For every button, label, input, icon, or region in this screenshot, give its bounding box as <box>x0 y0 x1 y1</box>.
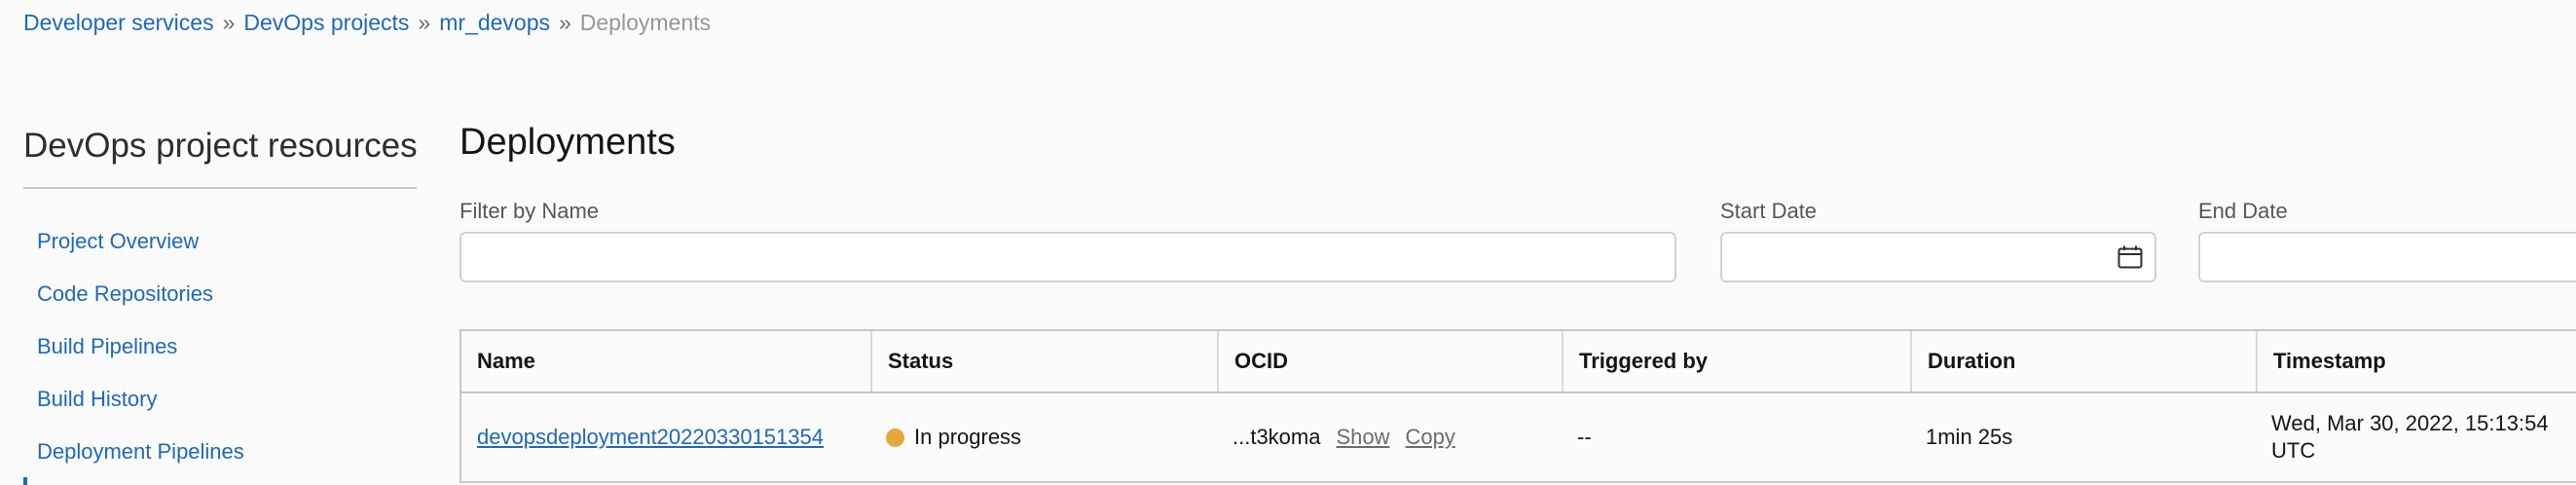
cell-ocid: ...t3koma Show Copy <box>1217 393 1562 481</box>
column-header-status[interactable]: Status <box>870 331 1217 392</box>
table-header: Name Status OCID Triggered by Duration T… <box>460 331 2576 393</box>
breadcrumb-devops-projects[interactable]: DevOps projects <box>243 10 409 35</box>
page: Developer services » DevOps projects » mr_de… <box>0 0 2576 485</box>
breadcrumb: Developer services » DevOps projects » mr_de… <box>23 10 711 35</box>
sidebar-item-build-history[interactable]: Build History <box>23 373 417 426</box>
filter-start-date: Start Date <box>1720 199 2156 282</box>
deployment-name-link[interactable]: devopsdeployment20220330151354 <box>477 425 824 450</box>
start-date-label: Start Date <box>1720 199 1818 223</box>
sidebar-nav: Project Overview Code Repositories Build… <box>23 215 417 478</box>
breadcrumb-project[interactable]: mr_devops <box>439 10 550 35</box>
ocid-copy-link[interactable]: Copy <box>1406 425 1455 450</box>
breadcrumb-current: Deployments <box>579 10 712 35</box>
filter-name-input[interactable] <box>460 232 1676 282</box>
column-header-triggered-by[interactable]: Triggered by <box>1562 331 1910 392</box>
sidebar: DevOps project resources Project Overvie… <box>23 125 418 478</box>
sidebar-item-code-repositories[interactable]: Code Repositories <box>23 268 417 320</box>
breadcrumb-separator: » <box>558 10 571 35</box>
deployments-table: Name Status OCID Triggered by Duration T… <box>460 329 2576 483</box>
cell-triggered-by: -- <box>1577 425 1592 449</box>
end-date-input[interactable] <box>2198 232 2576 282</box>
cell-name: devopsdeployment20220330151354 <box>460 393 870 481</box>
cell-timestamp: Wed, Mar 30, 2022, 15:13:54 UTC <box>2256 393 2576 481</box>
table-row: devopsdeployment20220330151354 In progre… <box>460 393 2576 483</box>
breadcrumb-developer-services[interactable]: Developer services <box>23 10 214 35</box>
timestamp-text: Wed, Mar 30, 2022, 15:13:54 UTC <box>2271 411 2549 463</box>
calendar-icon[interactable] <box>2117 245 2143 269</box>
page-title: Deployments <box>460 122 676 163</box>
status-text: In progress <box>914 425 1022 449</box>
status-in-progress-icon <box>886 428 904 447</box>
column-header-timestamp[interactable]: Timestamp <box>2256 331 2576 392</box>
filter-end-date: End Date <box>2198 199 2576 282</box>
filters: Filter by Name Start Date End Date <box>460 199 2576 296</box>
main-content: Deployments Filter by Name Start Date En… <box>460 115 2576 483</box>
sidebar-active-marker <box>23 477 27 485</box>
cell-duration: 1min 25s <box>1926 425 2013 449</box>
filter-name: Filter by Name <box>460 199 1676 282</box>
column-header-duration[interactable]: Duration <box>1910 331 2256 392</box>
breadcrumb-separator: » <box>222 10 236 35</box>
column-header-ocid[interactable]: OCID <box>1217 331 1562 392</box>
ocid-show-link[interactable]: Show <box>1336 425 1389 450</box>
ocid-value: ...t3koma <box>1233 425 1321 449</box>
sidebar-item-deployment-pipelines[interactable]: Deployment Pipelines <box>23 426 417 478</box>
breadcrumb-separator: » <box>418 10 431 35</box>
sidebar-item-project-overview[interactable]: Project Overview <box>23 215 417 268</box>
end-date-label: End Date <box>2198 199 2288 223</box>
sidebar-title: DevOps project resources <box>23 125 418 189</box>
cell-status: In progress <box>870 393 1217 481</box>
start-date-input[interactable] <box>1720 232 2156 282</box>
filter-name-label: Filter by Name <box>460 199 600 223</box>
sidebar-item-build-pipelines[interactable]: Build Pipelines <box>23 320 417 373</box>
column-header-name[interactable]: Name <box>460 331 870 392</box>
